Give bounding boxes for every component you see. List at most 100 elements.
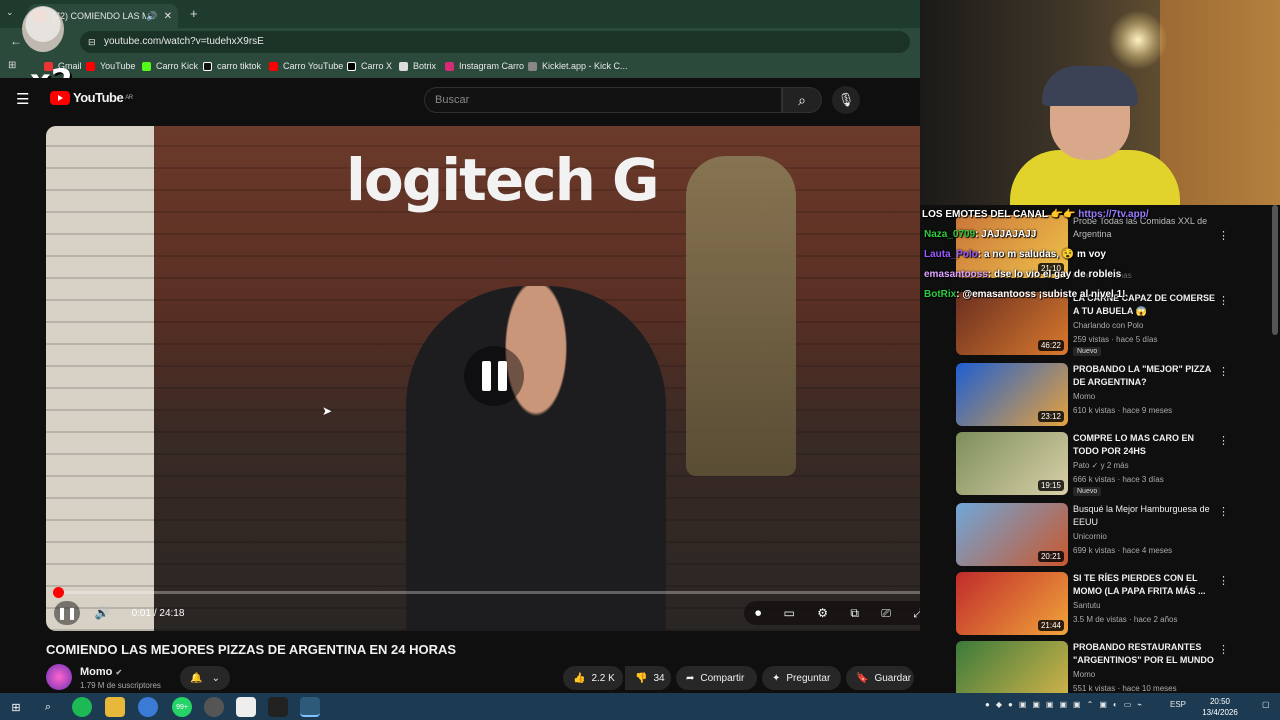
recommendation-stats: 551 k vistas · hace 10 meses (1073, 684, 1177, 693)
recommendation-channel: Unicornio (1073, 532, 1107, 541)
recommendation-stats: 699 k vistas · hace 4 meses (1073, 546, 1173, 555)
whatsapp-icon[interactable]: 99+ (172, 697, 192, 717)
recommendation-menu-icon[interactable]: ⋮ (1218, 505, 1229, 518)
recommendation-item[interactable]: 21:44 SI TE RÍES PIERDES CON EL MOMO (LA… (956, 572, 1276, 636)
bookmark-carro-youtube[interactable]: Carro YouTube (269, 61, 343, 71)
mute-tab-icon[interactable]: 🔊 (146, 11, 157, 22)
channel-name[interactable]: Momo ✔ (80, 666, 122, 678)
cat-overlay-image (22, 6, 64, 52)
bell-icon: 🔔 (190, 672, 203, 684)
recommendation-channel: Pato ✓ y 2 más (1073, 461, 1129, 470)
like-button[interactable]: 👍 2.2 K (563, 666, 623, 690)
recommendation-item[interactable]: 20:21 Busqué la Mejor Hamburguesa de EEU… (956, 503, 1276, 567)
file-explorer-icon[interactable] (105, 697, 125, 717)
volume-button[interactable]: 🔊 (90, 601, 114, 625)
url-text: youtube.com/watch?v=tudehxX9rsE (104, 36, 264, 47)
calendar-app-icon[interactable] (236, 697, 256, 717)
bookmark-kicklet[interactable]: Kicklet.app - Kick C... (528, 61, 628, 71)
clock[interactable]: 20:50 13/4/2026 (1196, 696, 1244, 718)
youtube-header: ☰ YouTube AR Buscar ⌕ 🎙 (0, 78, 920, 120)
tab-list-icon[interactable]: ⌄ (6, 7, 14, 18)
recommendation-menu-icon[interactable]: ⋮ (1218, 643, 1229, 656)
bookmark-youtube[interactable]: YouTube (86, 61, 135, 71)
recommendation-thumbnail (956, 641, 1068, 693)
bookmark-botrix[interactable]: Botrix (399, 61, 436, 71)
tab-title: (72) COMIENDO LAS MEJO (52, 11, 147, 21)
system-tray-icons[interactable]: ●◆●▣▣▣▣▣⌃▣◐▭⌁ (985, 700, 1148, 709)
bookmark-carro-tiktok[interactable]: carro tiktok (203, 61, 261, 71)
notification-icon[interactable]: ▢ (1262, 700, 1270, 709)
recommendation-item[interactable]: 19:15 COMPRE LO MAS CARO EN TODO POR 24H… (956, 432, 1276, 496)
channel-avatar[interactable] (46, 664, 72, 690)
recommendation-item[interactable]: 23:12 PROBANDO LA "MEJOR" PIZZA DE ARGEN… (956, 363, 1276, 427)
recommendation-menu-icon[interactable]: ⋮ (1218, 229, 1229, 242)
chevron-down-icon: ⌄ (211, 672, 220, 684)
progress-scrubber[interactable] (52, 587, 64, 598)
search-button[interactable]: ⌕ (782, 87, 822, 113)
recommendation-thumbnail: 19:15 (956, 432, 1068, 495)
site-info-icon[interactable]: ⊟ (88, 31, 96, 53)
chat-message: LOS EMOTES DEL CANAL 👉👉 https://7tv.app/ (922, 209, 1149, 220)
save-button[interactable]: 🔖 Guardar (846, 666, 914, 690)
sparkle-icon: ✦ (772, 672, 781, 684)
recommendation-thumbnail: 21:44 (956, 572, 1068, 635)
thumbs-up-icon: 👍 (573, 672, 586, 684)
notifications-button[interactable]: 🔔 ⌄ (180, 666, 230, 690)
logitech-banner: logitech G (346, 146, 660, 214)
recommendation-title: SI TE RÍES PIERDES CON EL MOMO (LA PAPA … (1073, 573, 1206, 596)
address-bar-row: ← ⊟ youtube.com/watch?v=tudehxX9rsE (0, 28, 920, 56)
webcam-door (1160, 0, 1280, 205)
app-icon[interactable] (268, 697, 288, 717)
progress-bar[interactable] (52, 587, 937, 598)
back-icon[interactable]: ← (10, 34, 22, 48)
recommendation-title: COMPRE LO MAS CARO EN TODO POR 24HS (1073, 433, 1195, 456)
chat-message: Naza_0709: JAJJAJAJJ (924, 229, 1037, 240)
dislike-button[interactable]: 👎 34 (625, 666, 671, 690)
new-badge: Nuevo (1073, 487, 1102, 496)
new-tab-button[interactable]: + (190, 6, 198, 21)
recommendation-item[interactable]: PROBANDO RESTAURANTES "ARGENTINOS" POR E… (956, 641, 1276, 693)
url-field[interactable]: ⊟ youtube.com/watch?v=tudehxX9rsE (80, 31, 910, 53)
webcam-feed (920, 0, 1280, 205)
recommendation-menu-icon[interactable]: ⋮ (1218, 294, 1229, 307)
pause-button[interactable]: ❚❚ (54, 601, 80, 625)
recommendation-stats: 666 k vistas · hace 3 días (1073, 475, 1164, 484)
settings-gear-icon[interactable]: ⚙ (817, 606, 828, 620)
language-indicator[interactable]: ESP (1170, 700, 1186, 709)
bookmark-carro-kick[interactable]: Carro Kick (142, 61, 198, 71)
obs-icon[interactable] (204, 697, 224, 717)
subtitles-icon[interactable]: ▭ (784, 606, 795, 620)
bookmark-instagram-carro[interactable]: Instagram Carro (445, 61, 524, 71)
recommendation-item[interactable]: 46:22 LA CARNE CAPAZ DE COMERSE A TU ABU… (956, 292, 1276, 356)
share-button[interactable]: ➦ Compartir (676, 666, 757, 690)
mannequin-figure (686, 156, 796, 476)
recommendation-menu-icon[interactable]: ⋮ (1218, 574, 1229, 587)
bookmark-icon: 🔖 (856, 672, 869, 684)
chrome-icon[interactable] (138, 697, 158, 717)
spotify-icon[interactable] (72, 697, 92, 717)
recommendation-menu-icon[interactable]: ⋮ (1218, 365, 1229, 378)
mouse-cursor-icon: ➤ (322, 404, 333, 418)
ask-button[interactable]: ✦ Preguntar (762, 666, 841, 690)
voice-search-button[interactable]: 🎙 (832, 86, 860, 114)
search-icon: ⌕ (798, 92, 806, 108)
video-player[interactable]: logitech G ❚❚ 🔊 0:01 / 24:18 ⏺ ▭ ⚙ ⧉ ⎚ ⤢… (46, 126, 945, 631)
center-pause-icon[interactable] (464, 346, 524, 406)
microphone-icon: 🎙 (837, 92, 855, 107)
apps-grid-icon[interactable]: ⊞ (8, 60, 16, 71)
search-input[interactable]: Buscar (424, 87, 782, 113)
start-button[interactable]: ⊞ (6, 697, 26, 717)
streamer-figure (406, 286, 666, 631)
youtube-logo[interactable]: YouTube AR (50, 90, 133, 105)
bookmark-carro-x[interactable]: Carro X (347, 61, 392, 71)
search-taskbar-button[interactable]: ⌕ (38, 697, 58, 717)
recommendation-menu-icon[interactable]: ⋮ (1218, 434, 1229, 447)
close-tab-icon[interactable]: ✕ (164, 11, 172, 22)
menu-icon[interactable]: ☰ (16, 90, 29, 108)
miniplayer-icon[interactable]: ⧉ (850, 606, 859, 621)
cast-icon[interactable]: ⎚ (881, 606, 891, 621)
recommendation-thumbnail: 20:21 (956, 503, 1068, 566)
chrome-active-icon[interactable] (300, 697, 320, 717)
browser-tab-bar: ⌄ (72) COMIENDO LAS MEJO 🔊 ✕ + (0, 0, 920, 28)
autoplay-toggle-icon[interactable]: ⏺ (755, 606, 761, 621)
